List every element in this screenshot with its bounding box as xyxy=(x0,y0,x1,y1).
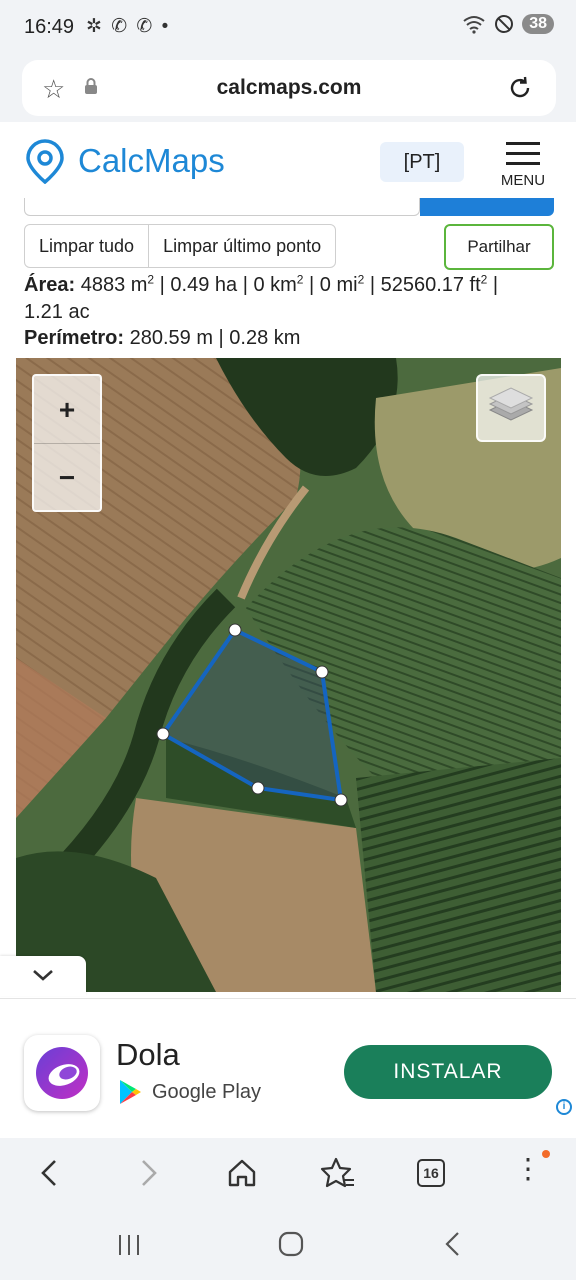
location-pin-icon[interactable] xyxy=(24,138,66,184)
store-name: Google Play xyxy=(152,1080,261,1103)
layers-icon xyxy=(488,387,534,421)
google-play-icon xyxy=(120,1080,141,1104)
clear-all-button[interactable]: Limpar tudo xyxy=(25,225,148,267)
search-input[interactable] xyxy=(24,198,420,216)
polygon-vertex xyxy=(334,793,348,807)
polygon-vertex xyxy=(315,665,329,679)
area-ft: | 52560.17 ft xyxy=(364,274,481,296)
menu-button[interactable]: MENU xyxy=(500,142,546,189)
hamburger-icon xyxy=(506,142,540,145)
area-ha-km: | 0.49 ha | 0 km xyxy=(154,274,297,296)
app-icon[interactable] xyxy=(24,1035,100,1111)
forward-icon[interactable] xyxy=(128,1158,168,1188)
perimeter-value: 280.59 m | 0.28 km xyxy=(129,327,301,349)
battery-icon: 38 xyxy=(522,14,554,34)
share-button[interactable]: Partilhar xyxy=(444,224,554,270)
status-bar: 16:49 ✲ ✆ ✆ • 38 xyxy=(0,0,576,56)
status-right: 38 xyxy=(462,14,554,34)
ad-info-icon[interactable]: i xyxy=(556,1099,572,1115)
polygon-vertex xyxy=(228,623,242,637)
site-logo[interactable]: CalcMaps xyxy=(78,142,225,180)
ad-app-name[interactable]: Dola xyxy=(116,1037,180,1073)
notification-icons: ✲ ✆ ✆ • xyxy=(86,16,171,37)
ad-banner[interactable]: Dola Google Play INSTALAR i xyxy=(0,998,576,1138)
notification-dot xyxy=(542,1150,550,1158)
area-value: 4883 m2 | 0.49 ha | 0 km2 | 0 mi2 | 5256… xyxy=(80,273,499,296)
system-back-icon[interactable] xyxy=(428,1230,478,1260)
chevron-down-icon xyxy=(33,970,53,981)
zoom-in-button[interactable]: + xyxy=(34,376,100,443)
install-button[interactable]: INSTALAR xyxy=(344,1045,552,1099)
hamburger-icon-bar xyxy=(506,152,540,155)
area-acres: 1.21 ac xyxy=(24,301,90,323)
bookmarks-icon[interactable] xyxy=(318,1156,358,1190)
area-m2: 4883 m xyxy=(80,274,148,296)
satellite-map[interactable]: + − xyxy=(16,358,561,992)
home-icon[interactable] xyxy=(222,1156,262,1190)
back-icon[interactable] xyxy=(30,1158,70,1188)
zoom-control: + − xyxy=(32,374,102,512)
perimeter-label: Perímetro: xyxy=(24,327,125,349)
status-time: 16:49 xyxy=(24,16,75,38)
clear-last-point-button[interactable]: Limpar último ponto xyxy=(148,225,335,267)
polygon-vertex xyxy=(156,727,170,741)
zoom-out-button[interactable]: − xyxy=(34,444,100,511)
area-mi: | 0 mi xyxy=(303,274,358,296)
system-nav-bar xyxy=(0,1210,576,1280)
site-header: CalcMaps [PT] MENU xyxy=(0,122,576,200)
ad-store: Google Play xyxy=(118,1079,261,1105)
area-label: Área: xyxy=(24,274,76,296)
polygon-vertex xyxy=(251,781,265,795)
more-options-icon[interactable]: ⋮ xyxy=(508,1152,548,1185)
reload-icon[interactable] xyxy=(506,74,534,102)
browser-toolbar: ☆ calcmaps.com xyxy=(0,56,576,122)
home-button-icon[interactable] xyxy=(266,1230,316,1260)
area-readout: Área: 4883 m2 | 0.49 ha | 0 km2 | 0 mi2 … xyxy=(24,272,554,298)
wifi-icon xyxy=(463,16,485,34)
address-bar[interactable]: ☆ calcmaps.com xyxy=(22,60,556,116)
search-button[interactable] xyxy=(420,198,554,216)
recents-icon[interactable] xyxy=(104,1232,154,1258)
dola-logo-icon xyxy=(36,1047,88,1099)
language-button[interactable]: [PT] xyxy=(380,142,464,182)
tabs-button[interactable]: 16 xyxy=(417,1159,445,1187)
do-not-disturb-icon xyxy=(495,15,514,33)
area-separator: | xyxy=(487,274,499,296)
layers-button[interactable] xyxy=(476,374,546,442)
url-text[interactable]: calcmaps.com xyxy=(22,76,556,100)
clear-button-group: Limpar tudo Limpar último ponto xyxy=(24,224,337,268)
collapse-tab[interactable] xyxy=(0,956,86,996)
menu-label: MENU xyxy=(500,172,546,189)
hamburger-icon-bar xyxy=(506,162,540,165)
perimeter-readout: Perímetro: 280.59 m | 0.28 km xyxy=(24,325,300,351)
search-row xyxy=(24,198,554,216)
browser-nav-bar: 16 ⋮ xyxy=(0,1138,576,1210)
